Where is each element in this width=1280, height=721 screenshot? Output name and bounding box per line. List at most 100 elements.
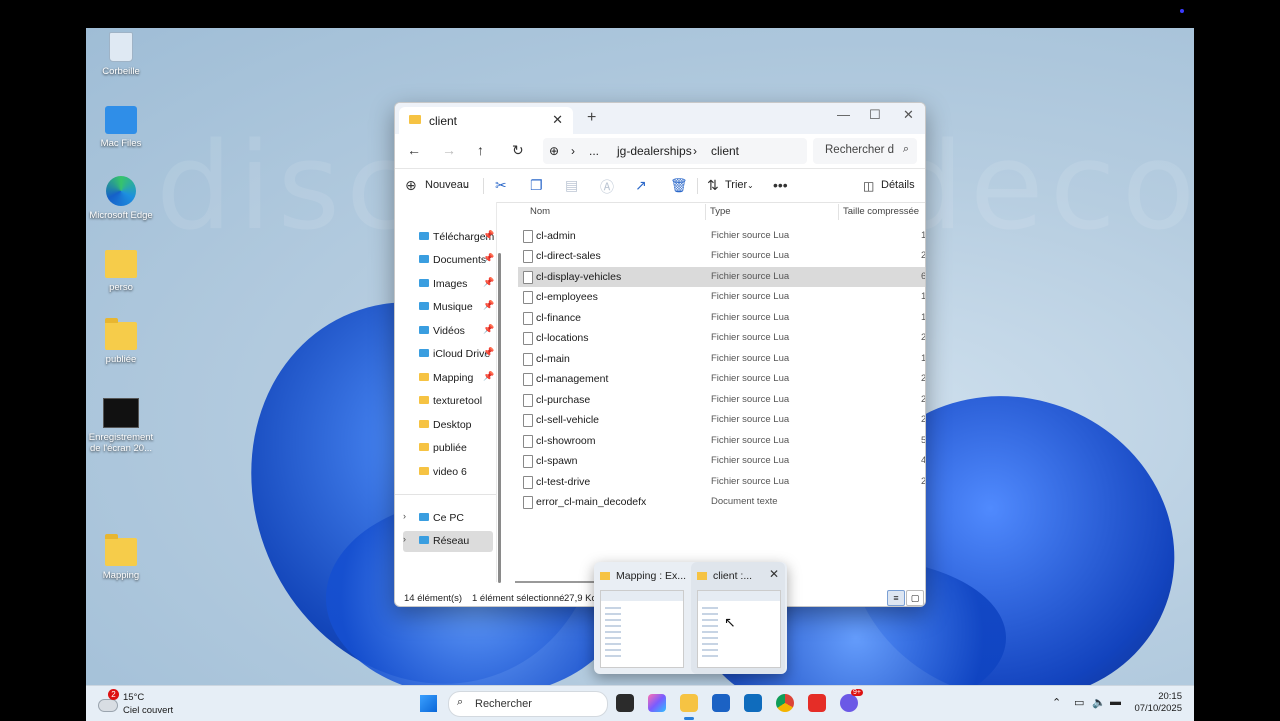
file-row[interactable]: error_cl-main_decodefx Document texte xyxy=(518,492,925,512)
task-view-icon[interactable] xyxy=(616,694,634,712)
nav-item-reseau[interactable]: › Réseau xyxy=(403,531,493,552)
file-row[interactable]: cl-management Fichier source Lua 2 xyxy=(518,369,925,389)
outlook-icon[interactable] xyxy=(744,694,762,712)
nav-item-label: Musique xyxy=(433,301,473,313)
breadcrumb-overflow[interactable]: ... xyxy=(589,144,599,158)
nav-item-ce-pc[interactable]: › Ce PC xyxy=(403,508,493,529)
column-separator[interactable] xyxy=(705,204,706,220)
weather-description: Ciel couvert xyxy=(123,705,174,716)
column-header-name[interactable]: Nom xyxy=(530,206,550,217)
phone-link-icon[interactable]: ▭ xyxy=(1074,696,1084,709)
store-icon[interactable] xyxy=(712,694,730,712)
maximize-icon[interactable]: ☐ xyxy=(869,107,881,123)
breadcrumb-jg-dealerships[interactable]: jg-dealerships xyxy=(617,144,692,158)
preview-mapping-window[interactable]: Mapping : Ex... xyxy=(594,562,688,674)
details-view-icon[interactable]: ≡ xyxy=(887,590,905,606)
nav-item-images[interactable]: Images 📌 xyxy=(403,274,494,295)
nav-item-music[interactable]: Musique 📌 xyxy=(403,297,494,318)
sort-button[interactable]: Trier xyxy=(725,179,747,191)
nav-item-texturetool[interactable]: texturetool xyxy=(403,391,493,412)
copilot-icon[interactable] xyxy=(648,694,666,712)
desktop-icon-mapping[interactable]: Mapping xyxy=(86,534,156,581)
nav-item-mapping[interactable]: Mapping 📌 xyxy=(403,368,494,389)
navigation-scrollbar[interactable] xyxy=(498,253,501,583)
breadcrumb[interactable]: ⊕ › ... jg-dealerships › client xyxy=(543,138,807,164)
windows-start-icon[interactable] xyxy=(420,695,437,712)
chrome-icon[interactable] xyxy=(776,694,794,712)
youtube-icon[interactable] xyxy=(808,694,826,712)
new-tab-icon[interactable]: + xyxy=(587,109,596,127)
file-row[interactable]: cl-purchase Fichier source Lua 2 xyxy=(518,390,925,410)
breadcrumb-client[interactable]: client xyxy=(711,144,739,158)
nav-item-desktop[interactable]: Desktop xyxy=(403,415,493,436)
close-icon[interactable]: ✕ xyxy=(769,567,779,581)
chevron-down-icon[interactable]: ⌄ xyxy=(463,181,470,190)
back-icon[interactable]: ← xyxy=(407,142,421,158)
tiles-view-icon[interactable]: ▢ xyxy=(906,590,924,606)
recycle-bin-icon xyxy=(109,32,133,62)
forward-icon[interactable]: → xyxy=(442,142,456,158)
desktop-icon-recording[interactable]: Enregistrement de l'écran 20... xyxy=(86,398,156,454)
refresh-icon[interactable]: ↻ xyxy=(512,142,524,159)
desktop-icon-publiee[interactable]: publiée xyxy=(86,318,156,365)
cut-icon[interactable]: ✂ xyxy=(495,177,507,194)
details-button[interactable]: Détails xyxy=(881,179,915,191)
chevron-down-icon[interactable]: ⌄ xyxy=(747,181,754,190)
nav-item-video-6[interactable]: video 6 xyxy=(403,462,493,483)
taskbar-search-input[interactable]: Rechercher xyxy=(475,698,532,710)
file-explorer-icon[interactable] xyxy=(680,694,698,720)
nav-item-publiee[interactable]: publiée xyxy=(403,438,493,459)
desktop-icon-edge[interactable]: Microsoft Edge xyxy=(86,176,156,221)
horizontal-scrollbar[interactable] xyxy=(515,581,605,583)
sort-icon[interactable]: ⇅ xyxy=(707,177,719,194)
discord-icon[interactable]: 9+ xyxy=(840,689,863,712)
file-row[interactable]: cl-admin Fichier source Lua 1 xyxy=(518,226,925,246)
volume-icon[interactable]: 🔈 xyxy=(1092,696,1106,709)
paste-icon[interactable]: ▤ xyxy=(565,177,578,194)
more-options-icon[interactable]: ••• xyxy=(773,177,788,193)
file-row[interactable]: cl-spawn Fichier source Lua 4 xyxy=(518,451,925,471)
nav-item-documents[interactable]: Documents 📌 xyxy=(403,250,494,271)
delete-icon[interactable]: 🗑 xyxy=(670,177,688,194)
details-pane-icon[interactable]: ◫ xyxy=(863,179,874,193)
new-icon[interactable]: ⊕ xyxy=(405,177,417,194)
taskbar-search[interactable]: ⌕ Rechercher xyxy=(448,691,608,717)
file-row-selected[interactable]: cl-display-vehicles Fichier source Lua 6 xyxy=(518,267,925,287)
rename-icon[interactable]: Ⓐ xyxy=(600,177,614,197)
tab-client[interactable]: client ✕ xyxy=(399,107,573,134)
file-row[interactable]: cl-main Fichier source Lua 1 xyxy=(518,349,925,369)
share-icon[interactable]: ↗ xyxy=(635,177,647,194)
up-icon[interactable]: ↑ xyxy=(477,142,484,158)
battery-icon[interactable]: ▬ xyxy=(1110,696,1121,708)
file-row[interactable]: cl-employees Fichier source Lua 1 xyxy=(518,287,925,307)
close-window-icon[interactable]: ✕ xyxy=(903,107,914,123)
window-thumbnail[interactable] xyxy=(600,590,684,668)
close-tab-icon[interactable]: ✕ xyxy=(552,112,563,128)
desktop-icon-perso[interactable]: perso xyxy=(86,250,156,293)
desktop-icon-mac-files[interactable]: Mac Files xyxy=(86,106,156,149)
chevron-right-icon[interactable]: › xyxy=(403,534,406,544)
file-row[interactable]: cl-finance Fichier source Lua 1 xyxy=(518,308,925,328)
file-row[interactable]: cl-direct-sales Fichier source Lua 2 xyxy=(518,246,925,266)
copy-icon[interactable]: ❐ xyxy=(530,177,543,194)
chevron-right-icon[interactable]: › xyxy=(403,511,406,521)
nav-item-icloud-drive[interactable]: iCloud Drive 📌 xyxy=(403,344,494,365)
column-header-type[interactable]: Type xyxy=(710,206,731,217)
file-row[interactable]: cl-test-drive Fichier source Lua 2 xyxy=(518,472,925,492)
preview-client-window[interactable]: client :... ✕ xyxy=(691,562,785,674)
clock[interactable]: 20:15 07/10/2025 xyxy=(1134,691,1182,715)
chevron-up-icon[interactable]: ⌃ xyxy=(1052,696,1061,709)
nav-item-downloads[interactable]: Téléchargem 📌 xyxy=(403,227,494,248)
column-header-size[interactable]: Taille compressée xyxy=(843,206,919,217)
nav-item-videos[interactable]: Vidéos 📌 xyxy=(403,321,494,342)
file-row[interactable]: cl-locations Fichier source Lua 2 xyxy=(518,328,925,348)
minimize-icon[interactable]: — xyxy=(837,107,850,122)
file-row[interactable]: cl-sell-vehicle Fichier source Lua 2 xyxy=(518,410,925,430)
search-box[interactable]: Rechercher d ⌕ xyxy=(813,138,917,164)
column-separator[interactable] xyxy=(838,204,839,220)
file-row[interactable]: cl-showroom Fichier source Lua 5 xyxy=(518,431,925,451)
desktop-icon-recycle-bin[interactable]: Corbeille xyxy=(86,32,156,77)
file-size: 1 xyxy=(921,291,926,302)
search-input[interactable]: Rechercher d xyxy=(825,144,894,156)
window-thumbnail[interactable] xyxy=(697,590,781,668)
